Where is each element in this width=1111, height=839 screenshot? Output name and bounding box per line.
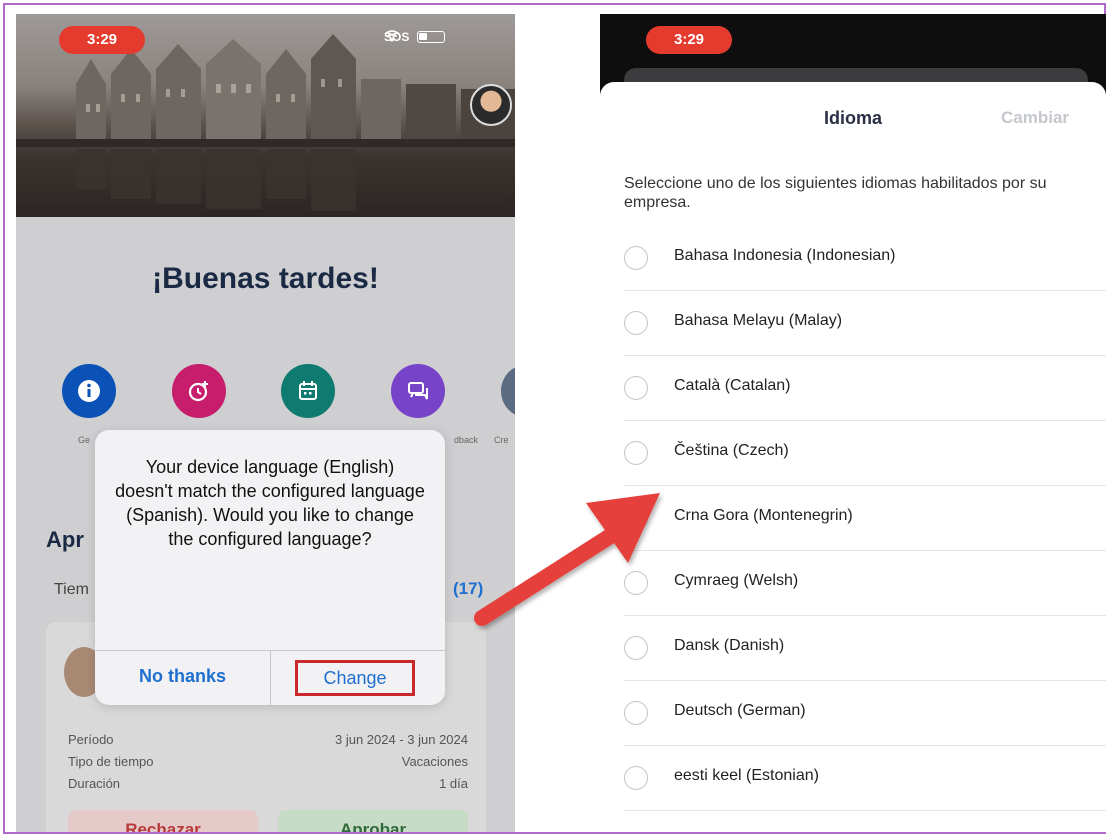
radio-button[interactable]	[624, 311, 648, 335]
battery-icon	[417, 31, 446, 43]
approvals-count[interactable]: (17)	[453, 579, 483, 599]
info-action-button[interactable]	[62, 364, 116, 418]
language-label: Bahasa Melayu (Malay)	[674, 312, 843, 329]
dialog-button-divider	[270, 651, 271, 705]
card-value: 1 día	[439, 776, 468, 791]
language-label: Català (Catalan)	[674, 377, 791, 394]
left-phone-screen: 3:29 SOS ¡Buenas tardes! Ge dback Cre Ap…	[16, 14, 515, 832]
card-key: Tipo de tiempo	[68, 754, 154, 769]
reject-button[interactable]: Rechazar	[68, 810, 258, 832]
radio-button[interactable]	[624, 766, 648, 790]
sheet-instructions: Seleccione uno de los siguientes idiomas…	[624, 175, 1047, 211]
wifi-icon	[384, 30, 400, 42]
radio-button[interactable]	[624, 376, 648, 400]
language-option[interactable]: Crna Gora (Montenegrin)	[624, 486, 1106, 551]
radio-button[interactable]	[624, 636, 648, 660]
approve-button[interactable]: Aprobar	[278, 810, 468, 832]
info-icon	[78, 380, 100, 402]
language-label: Bahasa Indonesia (Indonesian)	[674, 247, 896, 264]
card-value: 3 jun 2024 - 3 jun 2024	[335, 732, 468, 747]
approvals-section-subtitle: Tiem	[54, 581, 89, 598]
create-action-button[interactable]	[501, 364, 515, 418]
quick-action-label: Ge	[78, 435, 91, 445]
language-option[interactable]: Bahasa Indonesia (Indonesian)	[624, 226, 1106, 291]
hero-banner-image: 3:29 SOS	[16, 14, 515, 217]
change-button[interactable]: Change	[295, 660, 415, 696]
status-time-pill: 3:29	[59, 26, 145, 54]
card-key: Duración	[68, 776, 121, 791]
time-off-action-button[interactable]	[172, 364, 226, 418]
language-mismatch-dialog: Your device language (English) doesn't m…	[95, 430, 445, 705]
feedback-action-button[interactable]	[391, 364, 445, 418]
status-time-pill: 3:29	[646, 26, 732, 54]
dialog-message: Your device language (English) doesn't m…	[115, 457, 425, 549]
language-option[interactable]: eesti keel (Estonian)	[624, 746, 1106, 811]
language-option[interactable]: Català (Catalan)	[624, 356, 1106, 421]
right-phone-screen: 3:29 Idioma Cambiar Seleccione uno de lo…	[600, 14, 1106, 832]
language-option[interactable]: Dansk (Danish)	[624, 616, 1106, 681]
quick-action-label: Cre	[494, 435, 509, 445]
language-label: Deutsch (German)	[674, 702, 806, 719]
quick-action-label: dback	[454, 435, 479, 445]
card-value: Vacaciones	[401, 754, 468, 769]
approvals-section-title: Apr	[46, 527, 84, 552]
language-option[interactable]: Cymraeg (Welsh)	[624, 551, 1106, 616]
greeting-heading: ¡Buenas tardes!	[152, 262, 379, 295]
language-label: Cymraeg (Welsh)	[674, 572, 799, 589]
radio-button[interactable]	[624, 441, 648, 465]
clock-plus-icon	[188, 381, 208, 402]
language-label: Crna Gora (Montenegrin)	[674, 507, 853, 524]
language-option[interactable]: Deutsch (German)	[624, 681, 1106, 746]
language-label: eesti keel (Estonian)	[674, 767, 819, 784]
radio-button[interactable]	[624, 506, 648, 530]
card-key: Período	[68, 732, 114, 747]
language-label: Čeština (Czech)	[674, 442, 789, 459]
language-option[interactable]: Čeština (Czech)	[624, 421, 1106, 486]
change-language-button[interactable]: Cambiar	[1001, 108, 1069, 128]
calendar-icon	[299, 381, 317, 400]
user-avatar[interactable]	[470, 84, 512, 126]
calendar-action-button[interactable]	[281, 364, 335, 418]
radio-button[interactable]	[624, 571, 648, 595]
language-sheet: Idioma Cambiar Seleccione uno de los sig…	[600, 82, 1106, 832]
no-thanks-button[interactable]: No thanks	[95, 666, 270, 687]
language-option[interactable]: Bahasa Melayu (Malay)	[624, 291, 1106, 356]
status-indicators: SOS	[384, 30, 446, 44]
language-label: Dansk (Danish)	[674, 637, 785, 654]
radio-button[interactable]	[624, 246, 648, 270]
radio-button[interactable]	[624, 701, 648, 725]
chat-bubbles-icon	[408, 382, 428, 400]
